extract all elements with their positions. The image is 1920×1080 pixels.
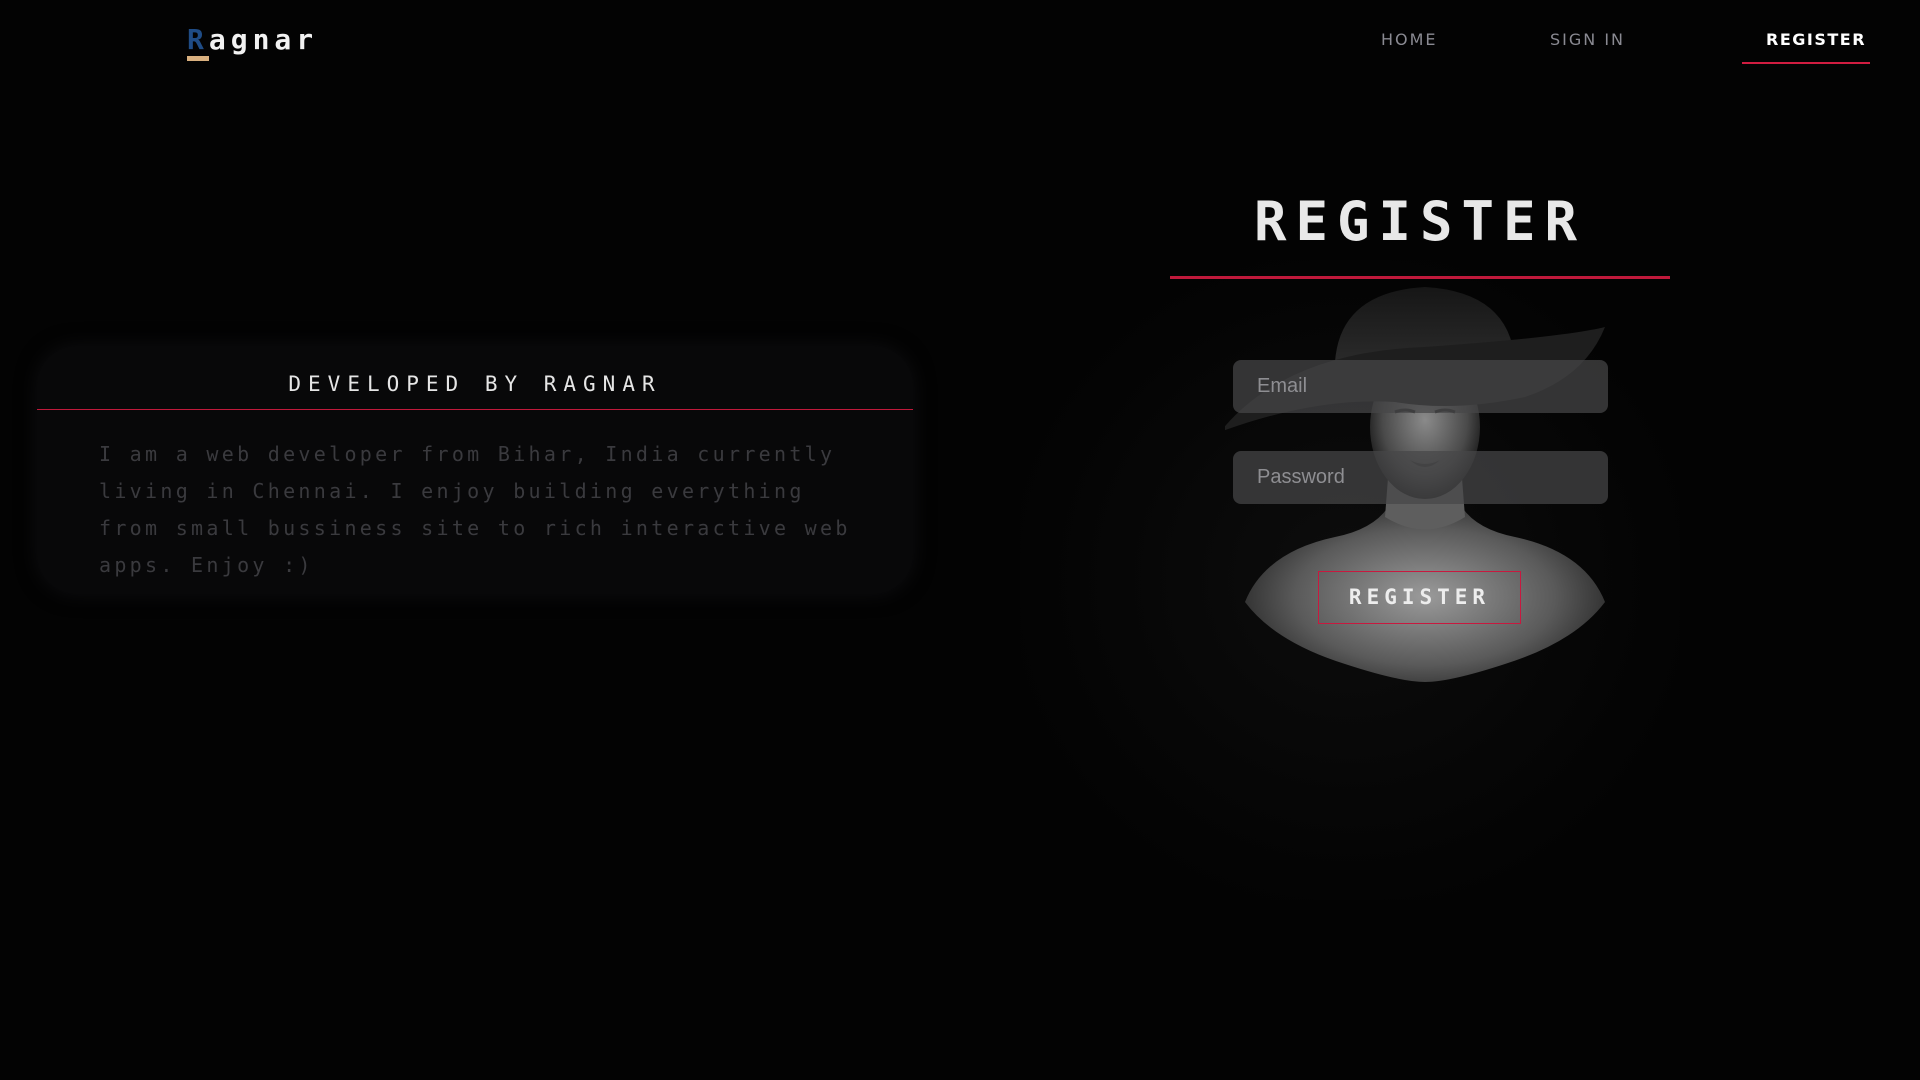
register-submit-button[interactable]: REGISTER: [1318, 571, 1521, 624]
email-input[interactable]: [1233, 360, 1608, 413]
password-input[interactable]: [1233, 451, 1608, 504]
about-title: DEVELOPED BY RAGNAR: [288, 372, 662, 396]
about-description: I am a web developer from Bihar, India c…: [99, 442, 851, 577]
nav-active-underline: [1742, 62, 1870, 64]
about-card: DEVELOPED BY RAGNAR I am a web developer…: [37, 346, 913, 594]
nav-register-link[interactable]: REGISTER: [1766, 30, 1866, 49]
top-nav: HOME SIGN IN REGISTER: [0, 26, 1920, 66]
register-title: REGISTER: [1253, 190, 1587, 253]
nav-home-link[interactable]: HOME: [1381, 30, 1438, 49]
page: Ragnar HOME SIGN IN REGISTER DEVELOPED B…: [0, 0, 1920, 1080]
about-divider: [37, 409, 913, 410]
register-divider: [1170, 276, 1670, 279]
nav-sign-in-link[interactable]: SIGN IN: [1550, 30, 1625, 49]
